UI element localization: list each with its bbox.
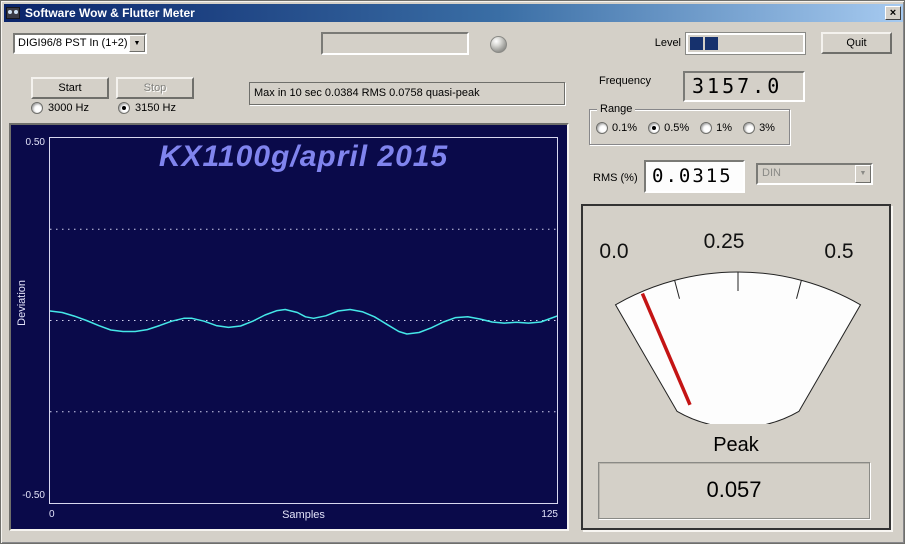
range-group-label: Range xyxy=(597,103,636,115)
y-tick-bottom: -0.50 xyxy=(22,490,45,501)
y-axis-label: Deviation xyxy=(16,280,28,326)
gauge-label-mid: 0.25 xyxy=(704,230,745,253)
waveform-line xyxy=(50,308,557,335)
gauge-fan xyxy=(614,271,862,424)
level-segment xyxy=(705,37,718,50)
level-segment xyxy=(690,37,703,50)
input-device-select[interactable]: DIGI96/8 PST In (1+2)( ▼ xyxy=(13,33,147,54)
radio-range-3-label: 3% xyxy=(759,122,775,134)
waveform-svg xyxy=(50,228,557,413)
start-button[interactable]: Start xyxy=(31,77,109,99)
radio-range-1[interactable]: 1% xyxy=(700,122,732,134)
input-device-value: DIGI96/8 PST In (1+2)( xyxy=(18,37,128,49)
level-label: Level xyxy=(654,37,681,49)
x-axis-label: Samples xyxy=(282,509,325,521)
radio-3150hz-circle[interactable] xyxy=(118,102,130,114)
peak-label: Peak xyxy=(713,434,759,456)
level-meter xyxy=(685,32,806,55)
close-button[interactable]: × xyxy=(885,6,901,20)
radio-range-0-1[interactable]: 0.1% xyxy=(596,122,637,134)
y-tick-top: 0.50 xyxy=(25,137,45,148)
radio-range-3[interactable]: 3% xyxy=(743,122,775,134)
status-readout: Max in 10 sec 0.0384 RMS 0.0758 quasi-pe… xyxy=(249,82,565,105)
gauge-svg: 0.0 0.25 0.5 xyxy=(599,230,862,424)
radio-range-1-label: 1% xyxy=(716,122,733,134)
radio-range-0-5[interactable]: 0.5% xyxy=(648,122,689,134)
gauge-panel: 0.0 0.25 0.5 Peak 0.057 xyxy=(581,204,891,530)
rms-display: 0.0315 xyxy=(644,160,745,193)
peak-display: 0.057 xyxy=(598,462,870,519)
window-title: Software Wow & Flutter Meter xyxy=(25,6,195,20)
x-tick-max: 125 xyxy=(541,509,558,520)
frequency-label: Frequency xyxy=(599,75,651,87)
weighting-select: DIN ▼ xyxy=(756,163,873,185)
deviation-chart: 0.50 -0.50 Deviation KX1100g/april 2015 … xyxy=(9,123,569,531)
titlebar[interactable]: Software Wow & Flutter Meter × xyxy=(4,4,903,22)
app-icon xyxy=(6,7,20,19)
quit-button[interactable]: Quit xyxy=(821,32,892,54)
radio-3000hz-circle[interactable] xyxy=(31,102,43,114)
gauge-label-min: 0.0 xyxy=(599,240,628,263)
chevron-down-icon: ▼ xyxy=(855,165,871,183)
chevron-down-icon[interactable]: ▼ xyxy=(129,35,145,52)
radio-3000hz[interactable]: 3000 Hz xyxy=(31,102,89,114)
stop-button: Stop xyxy=(116,77,194,99)
radio-range-3-circle[interactable] xyxy=(743,122,756,134)
weighting-value: DIN xyxy=(762,167,781,179)
radio-3150hz-label: 3150 Hz xyxy=(135,102,176,114)
chart-title: KX1100g/april 2015 xyxy=(158,140,449,173)
radio-range-0-1-label: 0.1% xyxy=(612,122,638,134)
radio-3150hz[interactable]: 3150 Hz xyxy=(118,102,176,114)
frequency-display: 3157.0 xyxy=(683,71,805,102)
app-window: Software Wow & Flutter Meter × DIGI96/8 … xyxy=(0,0,905,544)
message-field[interactable] xyxy=(321,32,469,55)
range-group: Range 0.1% 0.5% 1% 3% xyxy=(589,103,790,145)
gauge-label-max: 0.5 xyxy=(824,240,853,263)
radio-range-0-5-label: 0.5% xyxy=(664,122,690,134)
status-led-sphere xyxy=(490,36,507,53)
radio-range-0-5-circle[interactable] xyxy=(648,122,661,134)
radio-range-1-circle[interactable] xyxy=(700,122,713,134)
radio-3000hz-label: 3000 Hz xyxy=(48,102,89,114)
plot-area: KX1100g/april 2015 xyxy=(49,137,558,504)
rms-label: RMS (%) xyxy=(593,172,638,184)
radio-range-0-1-circle[interactable] xyxy=(596,122,608,134)
